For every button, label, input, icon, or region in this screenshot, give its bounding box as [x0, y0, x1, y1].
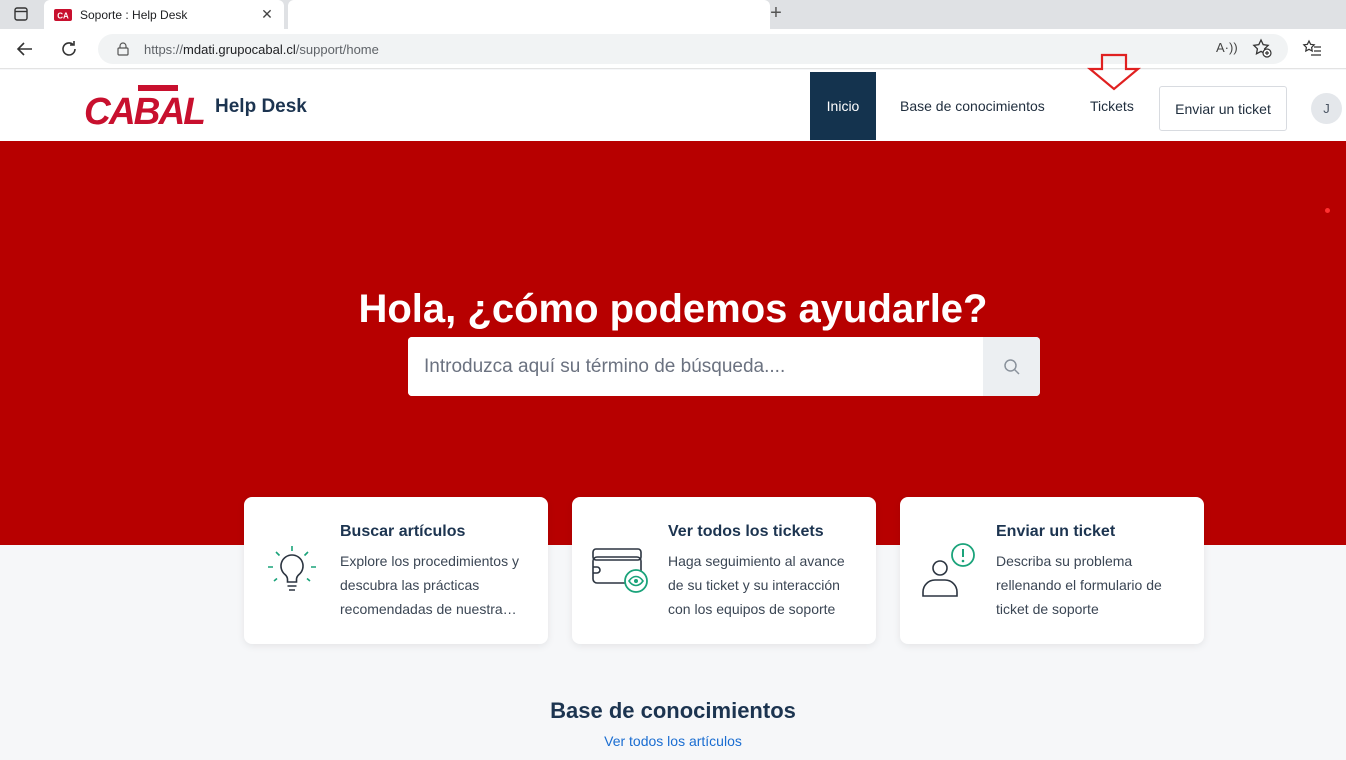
- url-text: https://mdati.grupocabal.cl/support/home: [144, 42, 379, 57]
- nav-tickets[interactable]: Tickets: [1090, 98, 1134, 114]
- card-title: Enviar un ticket: [996, 523, 1116, 540]
- decorative-dot: [1325, 208, 1330, 213]
- new-tab-icon[interactable]: +: [766, 2, 786, 25]
- view-all-articles-link[interactable]: Ver todos los artículos: [0, 733, 1346, 749]
- logo-text: CABAL: [84, 91, 204, 128]
- svg-text:CA: CA: [57, 11, 69, 20]
- url-prefix: https://: [144, 41, 184, 57]
- kb-section-title: Base de conocimientos: [550, 698, 796, 723]
- card-search-articles[interactable]: Buscar artículos Explore los procedimien…: [244, 497, 548, 644]
- card-send-ticket[interactable]: Enviar un ticket Describa su problema re…: [900, 497, 1204, 644]
- url-path: /support/home: [295, 41, 379, 57]
- add-favorite-icon[interactable]: [1252, 38, 1272, 58]
- avatar[interactable]: J: [1311, 93, 1342, 124]
- back-arrow-icon[interactable]: [14, 38, 36, 60]
- tab-title: Soporte : Help Desk: [80, 7, 188, 22]
- reload-icon[interactable]: [58, 38, 80, 60]
- card-title: Ver todos los tickets: [668, 523, 824, 540]
- card-view-tickets[interactable]: Ver todos los tickets Haga seguimiento a…: [572, 497, 876, 644]
- brand-title[interactable]: Help Desk: [215, 96, 307, 118]
- favorites-icon[interactable]: [1302, 38, 1322, 58]
- card-description: Describa su problema rellenando el formu…: [996, 553, 1162, 617]
- nav-knowledge-base[interactable]: Base de conocimientos: [900, 98, 1045, 114]
- tab-actions-icon[interactable]: [12, 6, 30, 22]
- hero-title: Hola, ¿cómo podemos ayudarle?: [358, 287, 988, 331]
- search-box: [408, 337, 1040, 396]
- tickets-eye-icon: [592, 548, 648, 593]
- user-alert-icon: [922, 543, 975, 597]
- cabal-logo[interactable]: CABAL: [82, 84, 206, 128]
- card-title: Buscar artículos: [340, 523, 466, 540]
- lightbulb-icon: [268, 546, 316, 591]
- card-description: Haga seguimiento al avance de su ticket …: [668, 553, 845, 617]
- browser-tabstrip: CA Soporte : Help Desk ✕ +: [0, 0, 1346, 29]
- site-header: CABAL Help Desk Inicio Base de conocimie…: [0, 53, 1346, 141]
- hero-banner: Hola, ¿cómo podemos ayudarle?: [0, 141, 1346, 545]
- annotation-down-arrow-icon: [1086, 53, 1142, 91]
- lock-icon[interactable]: [116, 42, 130, 56]
- send-ticket-button[interactable]: Enviar un ticket: [1159, 86, 1287, 131]
- url-host: mdati.grupocabal.cl: [183, 41, 296, 57]
- cabal-favicon-icon: CA: [54, 8, 72, 22]
- nav-inicio[interactable]: Inicio: [810, 72, 876, 140]
- search-icon: [1003, 358, 1020, 375]
- search-button[interactable]: [983, 337, 1040, 396]
- tab-close-icon[interactable]: ✕: [260, 6, 274, 23]
- card-description: Explore los procedimientos y descubra la…: [340, 553, 519, 617]
- browser-tab-blank[interactable]: [288, 0, 770, 29]
- search-input[interactable]: [408, 337, 983, 396]
- browser-tab-active[interactable]: CA Soporte : Help Desk ✕: [44, 0, 284, 29]
- read-aloud-icon[interactable]: A·)): [1216, 40, 1238, 55]
